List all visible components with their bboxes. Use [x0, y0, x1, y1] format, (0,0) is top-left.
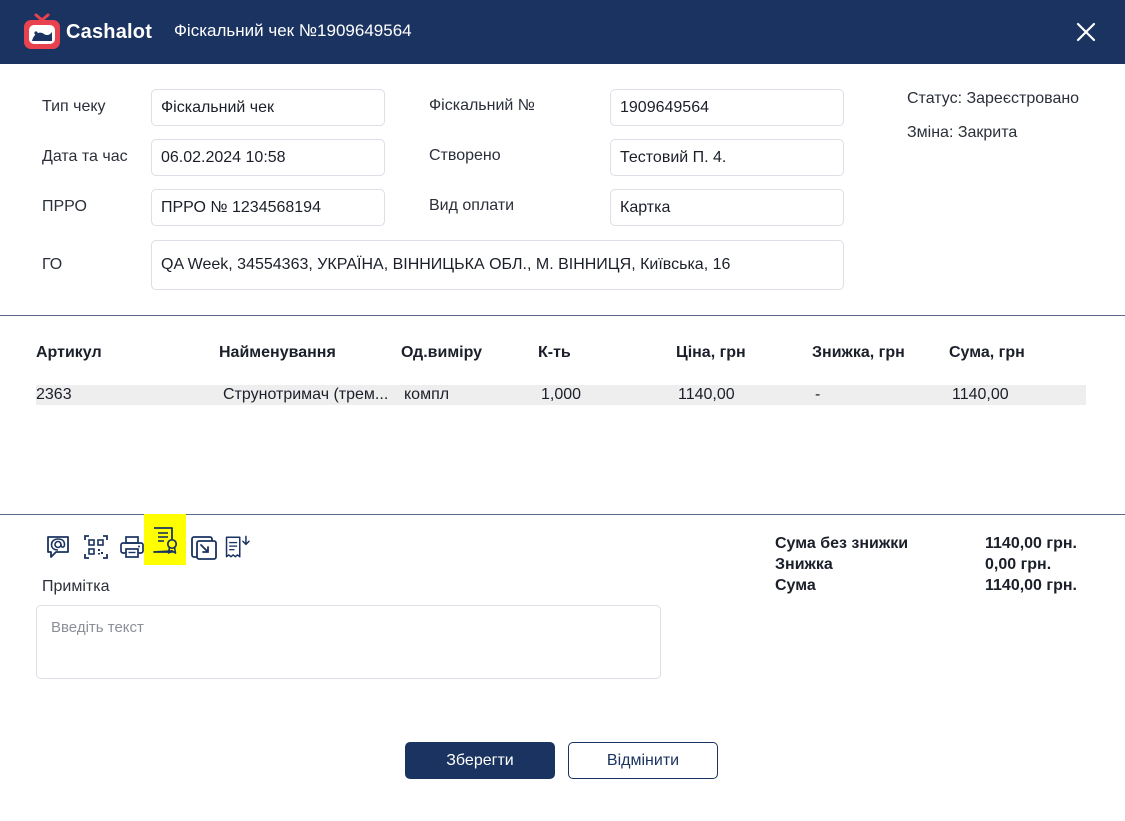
brand-name: Cashalot — [66, 20, 153, 43]
column-header-name[interactable]: Найменування — [219, 344, 336, 362]
go-field[interactable]: QA Week, 34554363, УКРАЇНА, ВІННИЦЬКА ОБ… — [151, 240, 844, 290]
save-button[interactable]: Зберегти — [405, 742, 555, 779]
total-label: Сума — [775, 577, 816, 594]
payment-field[interactable]: Картка — [610, 189, 844, 226]
window-title: Фіскальний чек №1909649564 — [174, 21, 412, 40]
note-label: Примітка — [42, 578, 110, 595]
discount-label: Знижка — [775, 556, 833, 573]
certificate-icon[interactable] — [144, 514, 186, 565]
column-header-sum[interactable]: Сума, грн — [949, 344, 1025, 362]
type-label: Тип чеку — [42, 98, 106, 115]
divider — [0, 315, 1125, 316]
prro-label: ПРРО — [42, 198, 87, 215]
shift-text: Зміна: Закрита — [907, 124, 1018, 141]
status-text: Статус: Зареєстровано — [907, 90, 1080, 107]
prro-field[interactable]: ПРРО № 1234568194 — [151, 189, 385, 226]
cell-price: 1140,00 — [678, 386, 735, 403]
fiscal-number-field[interactable]: 1909649564 — [610, 89, 844, 126]
app-logo: Cashalot — [22, 12, 152, 52]
export-icon[interactable] — [189, 531, 219, 563]
cell-name: Струнотримач (трем... — [223, 386, 389, 403]
type-field[interactable]: Фіскальний чек — [151, 89, 385, 126]
cell-unit: компл — [404, 386, 450, 403]
cell-article: 2363 — [36, 386, 72, 403]
print-icon[interactable] — [117, 531, 147, 563]
column-header-discount[interactable]: Знижка, грн — [812, 344, 905, 362]
download-receipt-icon[interactable] — [223, 531, 253, 563]
qr-code-icon[interactable] — [81, 531, 111, 563]
email-icon[interactable] — [43, 531, 73, 563]
created-label: Створено — [429, 147, 501, 164]
column-header-price[interactable]: Ціна, грн — [676, 344, 746, 362]
total-value: 1140,00 грн. — [985, 577, 1077, 594]
fiscal-number-label: Фіскальний № — [429, 97, 535, 114]
column-header-unit[interactable]: Од.виміру — [401, 344, 482, 362]
payment-label: Вид оплати — [429, 197, 515, 214]
date-label: Дата та час — [42, 148, 128, 165]
column-header-article[interactable]: Артикул — [36, 344, 102, 362]
column-header-quantity[interactable]: К-ть — [538, 344, 571, 362]
cell-discount: - — [815, 386, 821, 403]
subtotal-label: Сума без знижки — [775, 535, 909, 552]
created-field[interactable]: Тестовий П. 4. — [610, 139, 844, 176]
date-field[interactable]: 06.02.2024 10:58 — [151, 139, 385, 176]
title-bar: Cashalot Фіскальний чек №1909649564 — [0, 0, 1125, 64]
cell-sum: 1140,00 — [952, 386, 1009, 403]
cancel-button[interactable]: Відмінити — [568, 742, 718, 779]
go-label: ГО — [42, 256, 63, 273]
cell-quantity: 1,000 — [541, 386, 582, 403]
close-icon[interactable] — [1072, 18, 1100, 46]
cashalot-logo-icon — [24, 13, 60, 49]
subtotal-value: 1140,00 грн. — [985, 535, 1077, 552]
discount-value: 0,00 грн. — [985, 556, 1052, 573]
note-input[interactable] — [36, 605, 661, 679]
